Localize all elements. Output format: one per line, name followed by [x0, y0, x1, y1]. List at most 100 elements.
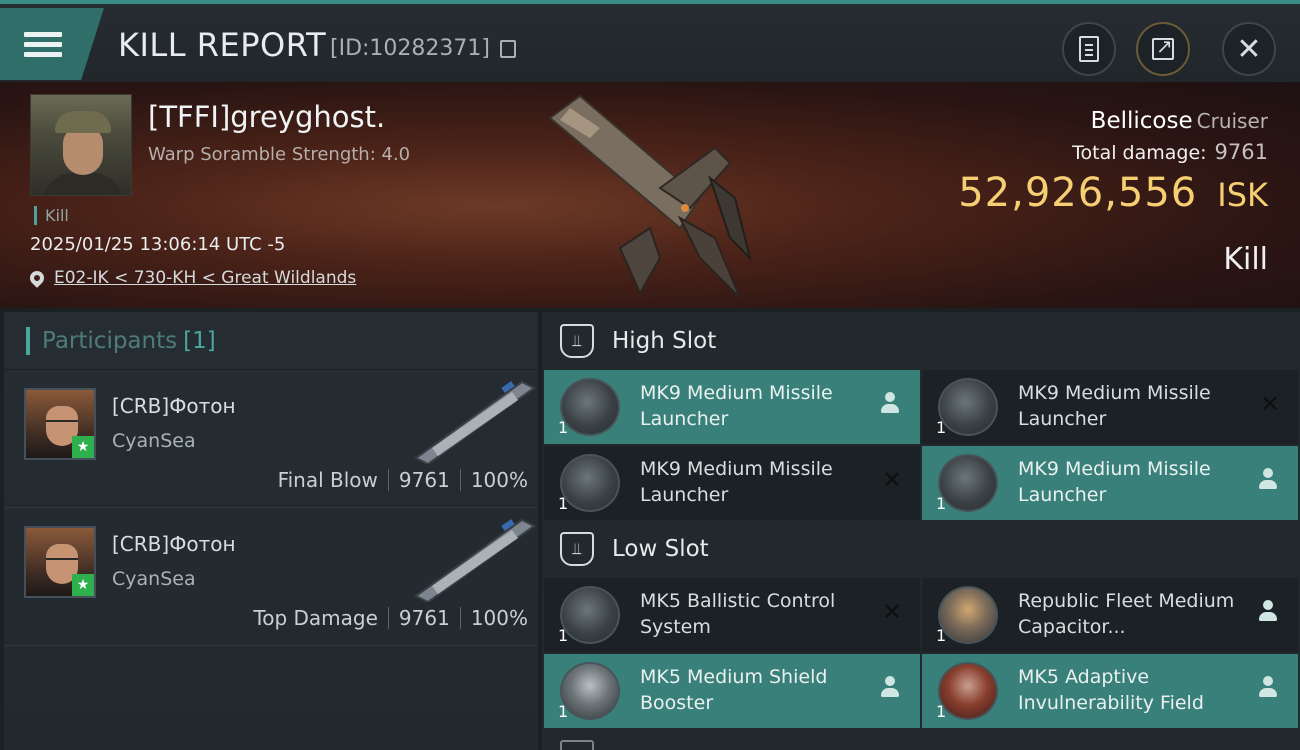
kill-location[interactable]: E02-IK < 730-KH < Great Wildlands — [27, 268, 356, 288]
location-link[interactable]: E02-IK < 730-KH < Great Wildlands — [54, 268, 356, 288]
module-qty: 1 — [936, 494, 947, 513]
participant-role: Top Damage — [253, 606, 378, 630]
module-qty: 1 — [936, 418, 947, 437]
participant-ship-image — [414, 380, 536, 464]
module-qty: 1 — [558, 702, 569, 721]
module-name: MK9 Medium Missile Launcher — [1018, 458, 1211, 506]
low-slot-header: ⫫ Low Slot — [542, 520, 1300, 578]
participants-panel: Participants [1] ★ [CRB]Фотон CyanSea Fi… — [4, 312, 538, 750]
module-name: MK5 Adaptive Invulnerability Field — [1018, 666, 1204, 714]
fitted-pilot-icon — [1258, 600, 1282, 626]
high-slot-icon: ⫫ — [560, 324, 594, 358]
module-qty: 1 — [936, 626, 947, 645]
participant-damage: 9761 — [398, 468, 450, 492]
participants-header: Participants [1] — [4, 312, 538, 370]
hamburger-icon — [24, 27, 62, 62]
participant-name: [CRB]Фотон — [112, 394, 236, 418]
share-icon — [1152, 34, 1174, 60]
report-id: [ID:10282371] — [330, 36, 490, 61]
module-qty: 1 — [936, 702, 947, 721]
participant-damage: 9761 — [398, 606, 450, 630]
participants-title: Participants — [42, 327, 178, 354]
module-slot[interactable]: 1 MK9 Medium Missile Launcher — [922, 446, 1298, 520]
participants-count: [1] — [183, 327, 216, 354]
low-slot-title: Low Slot — [612, 536, 709, 562]
high-slot-title: High Slot — [612, 328, 717, 354]
close-icon: ✕ — [1236, 31, 1262, 67]
module-slot[interactable]: 1 MK5 Medium Shield Booster — [544, 654, 920, 728]
missile-launcher-icon — [560, 378, 620, 436]
missile-launcher-icon — [560, 454, 620, 512]
top-bar: KILL REPORT [ID:10282371] ✕ — [0, 0, 1300, 82]
total-damage: Total damage: 9761 — [1072, 140, 1268, 164]
kill-tag: Kill — [34, 206, 69, 225]
participant-stats: Final Blow 9761 100% — [278, 468, 528, 492]
warp-scramble-strength: Warp Soramble Strength: 4.0 — [148, 144, 411, 165]
module-slot[interactable]: 1 MK5 Adaptive Invulnerability Field — [922, 654, 1298, 728]
clipboard-icon — [1079, 36, 1099, 62]
capacitor-booster-icon — [938, 586, 998, 644]
fitted-pilot-icon — [1258, 468, 1282, 494]
participant-percent: 100% — [470, 606, 528, 630]
ship-name[interactable]: Bellicose Cruiser — [1091, 108, 1268, 134]
participant-ship-image — [414, 518, 536, 602]
missile-launcher-icon — [938, 378, 998, 436]
module-name: MK9 Medium Missile Launcher — [1018, 382, 1211, 430]
module-slot[interactable]: 1 MK9 Medium Missile Launcher — [544, 370, 920, 444]
total-damage-value: 9761 — [1214, 140, 1268, 164]
clipboard-button[interactable] — [1062, 22, 1116, 76]
fitting-panel: ⫫ High Slot 1 MK9 Medium Missile Launche… — [542, 312, 1300, 750]
close-button[interactable]: ✕ — [1222, 22, 1276, 76]
high-slot-header: ⫫ High Slot — [542, 312, 1300, 370]
kill-datetime: 2025/01/25 13:06:14 UTC -5 — [30, 234, 286, 255]
module-name: MK9 Medium Missile Launcher — [640, 458, 833, 506]
fitted-pilot-icon — [880, 676, 904, 702]
missile-launcher-icon — [938, 454, 998, 512]
destroyed-x-icon: ✕ — [881, 598, 903, 626]
module-name: MK9 Medium Missile Launcher — [640, 382, 833, 430]
victim-name[interactable]: [TFFI]greyghost. — [148, 100, 385, 134]
isk-value: 52,926,556 — [958, 170, 1198, 216]
star-badge-icon: ★ — [72, 574, 94, 596]
participant-corp: CyanSea — [112, 568, 196, 590]
copy-icon[interactable] — [500, 40, 516, 58]
fitted-pilot-icon — [880, 392, 904, 418]
location-pin-icon — [27, 268, 47, 288]
isk-value-row: 52,926,556 ISK — [958, 170, 1268, 216]
victim-portrait[interactable] — [30, 94, 132, 196]
participant-corp: CyanSea — [112, 430, 196, 452]
module-slot[interactable]: 1 MK5 Ballistic Control System ✕ — [544, 578, 920, 652]
menu-button[interactable] — [0, 8, 104, 80]
invulnerability-field-icon — [938, 662, 998, 720]
participant-name: [CRB]Фотон — [112, 532, 236, 556]
module-name: Republic Fleet Medium Capacitor... — [1018, 590, 1235, 638]
module-slot[interactable]: 1 MK9 Medium Missile Launcher ✕ — [544, 446, 920, 520]
participant-stats: Top Damage 9761 100% — [253, 606, 528, 630]
participant-percent: 100% — [470, 468, 528, 492]
share-button[interactable] — [1136, 22, 1190, 76]
shield-booster-icon — [560, 662, 620, 720]
module-qty: 1 — [558, 418, 569, 437]
module-name: MK5 Ballistic Control System — [640, 590, 836, 638]
total-damage-label: Total damage: — [1072, 142, 1207, 164]
low-slot-icon: ⫫ — [560, 532, 594, 566]
ship-class: Cruiser — [1196, 109, 1268, 133]
ballistic-control-icon — [560, 586, 620, 644]
isk-unit: ISK — [1217, 176, 1268, 214]
module-qty: 1 — [558, 494, 569, 513]
participant-row[interactable]: ★ [CRB]Фотон CyanSea Top Damage 9761 100… — [4, 508, 538, 646]
module-name: MK5 Medium Shield Booster — [640, 666, 828, 714]
kill-banner: [TFFI]greyghost. Warp Soramble Strength:… — [0, 82, 1300, 308]
page-title: KILL REPORT — [118, 26, 327, 64]
ship-type: Bellicose — [1090, 108, 1193, 134]
victim-ship-image — [548, 94, 752, 299]
module-slot[interactable]: 1 MK9 Medium Missile Launcher ✕ — [922, 370, 1298, 444]
participant-row[interactable]: ★ [CRB]Фотон CyanSea Final Blow 9761 100… — [4, 370, 538, 508]
module-qty: 1 — [558, 626, 569, 645]
fitted-pilot-icon — [1258, 676, 1282, 702]
module-slot[interactable]: 1 Republic Fleet Medium Capacitor... — [922, 578, 1298, 652]
participant-role: Final Blow — [277, 468, 378, 492]
destroyed-x-icon: ✕ — [881, 466, 903, 494]
mid-slot-icon — [560, 740, 594, 750]
star-badge-icon: ★ — [72, 436, 94, 458]
